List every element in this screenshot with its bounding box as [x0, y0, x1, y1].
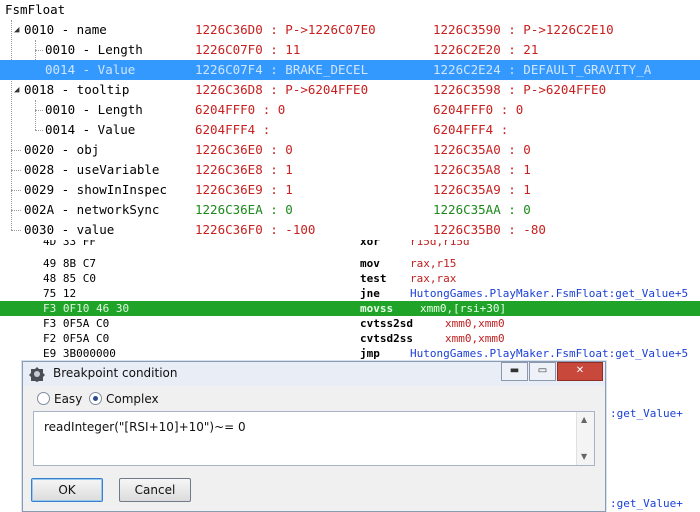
disasm-row[interactable]: F2 0F5A C0 cvtsd2ss xmm0,xmm0 — [0, 331, 700, 346]
textarea-scrollbar[interactable]: ▲ ▼ — [576, 412, 594, 465]
breakpoint-condition-dialog: Breakpoint condition ▬ ▭ ✕ Easy Complex … — [22, 361, 606, 512]
cheat-engine-icon — [29, 366, 45, 382]
radio-complex-indicator[interactable] — [89, 392, 102, 405]
tree-row-length[interactable]: 0010 - Length 1226C07F0 : 11 1226C2E20 :… — [0, 40, 700, 60]
disasm-row[interactable]: 48 85 C0 test rax,rax — [0, 271, 700, 286]
collapse-triangle-icon[interactable]: ◢ — [14, 80, 19, 100]
tree-root-label: FsmFloat — [5, 2, 66, 17]
tree-row-tooltip[interactable]: ◢ 0018 - tooltip 1226C36D8 : P->6204FFE0… — [0, 80, 700, 100]
dialog-titlebar[interactable]: Breakpoint condition ▬ ▭ ✕ — [23, 362, 605, 386]
disasm-row[interactable]: E9 3B000000 jmp HutongGames.PlayMaker.Fs… — [0, 346, 700, 361]
radio-easy-indicator[interactable] — [37, 392, 50, 405]
disasm-row[interactable]: 4D 33 FF xor r15d,r15d — [0, 240, 700, 249]
close-icon[interactable]: ✕ — [557, 362, 603, 381]
collapse-triangle-icon[interactable]: ◢ — [14, 20, 19, 40]
condition-textarea[interactable]: readInteger("[RSI+10]+10")~= 0 ▲ ▼ — [33, 411, 595, 466]
disasm-row[interactable]: 75 12 jne HutongGames.PlayMaker.FsmFloat… — [0, 286, 700, 301]
tree-row-networksync[interactable]: 002A - networkSync 1226C36EA : 0 1226C35… — [0, 200, 700, 220]
tree-root-row[interactable]: FsmFloat — [0, 0, 700, 20]
radio-easy[interactable]: Easy — [37, 392, 82, 406]
tree-row-name[interactable]: ◢ 0010 - name 1226C36D0 : P->1226C07E0 1… — [0, 20, 700, 40]
cancel-button[interactable]: Cancel — [119, 478, 191, 502]
structure-tree: FsmFloat ◢ 0010 - name 1226C36D0 : P->12… — [0, 0, 700, 240]
radio-complex[interactable]: Complex — [89, 392, 159, 406]
disasm-row[interactable]: 49 8B C7 mov rax,r15 — [0, 256, 700, 271]
maximize-icon[interactable]: ▭ — [529, 362, 556, 381]
disasm-row-highlighted[interactable]: F3 0F10 46 30 movss xmm0,[rsi+30] — [0, 301, 700, 316]
tree-row-length[interactable]: 0010 - Length 6204FFF0 : 0 6204FFF0 : 0 — [0, 100, 700, 120]
dialog-title: Breakpoint condition — [53, 366, 178, 380]
scroll-down-icon[interactable]: ▼ — [581, 452, 587, 461]
tree-row-value[interactable]: 0014 - Value 6204FFF4 : 6204FFF4 : — [0, 120, 700, 140]
tree-row-value-selected[interactable]: 0014 - Value 1226C07F4 : BRAKE_DECEL 122… — [0, 60, 700, 80]
ok-button[interactable]: OK — [31, 478, 103, 502]
tree-row-showininspector[interactable]: 0029 - showInInspec 1226C36E9 : 1 1226C3… — [0, 180, 700, 200]
scroll-up-icon[interactable]: ▲ — [581, 415, 587, 424]
tree-row-usevariable[interactable]: 0028 - useVariable 1226C36E8 : 1 1226C35… — [0, 160, 700, 180]
minimize-icon[interactable]: ▬ — [501, 362, 528, 381]
condition-text[interactable]: readInteger("[RSI+10]+10")~= 0 — [44, 420, 246, 434]
disasm-row[interactable]: F3 0F5A C0 cvtss2sd xmm0,xmm0 — [0, 316, 700, 331]
tree-row-obj[interactable]: 0020 - obj 1226C36E0 : 0 1226C35A0 : 0 — [0, 140, 700, 160]
tree-row-value-float[interactable]: 0030 - value 1226C36F0 : -100 1226C35B0 … — [0, 220, 700, 240]
